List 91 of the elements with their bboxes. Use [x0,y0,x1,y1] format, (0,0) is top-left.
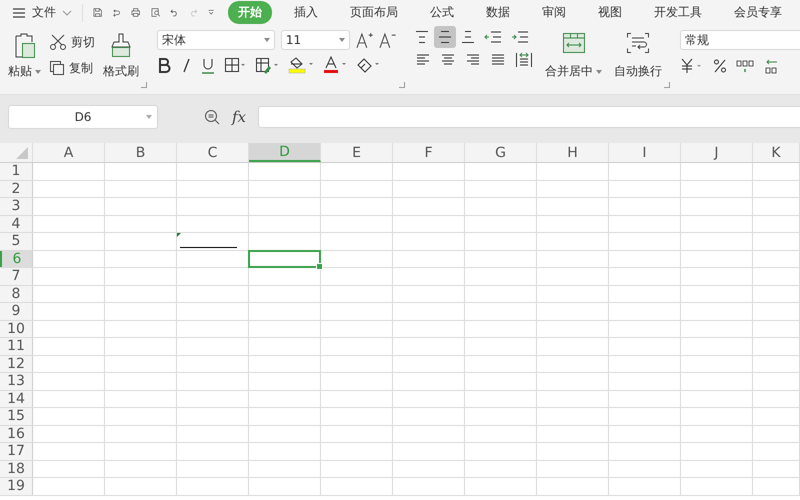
dialog-launcher-icon[interactable] [664,82,670,88]
merge-cells-icon [562,32,586,54]
distributed-icon[interactable] [515,52,533,68]
function-label[interactable]: fx [232,108,246,126]
row-header[interactable]: 11 [0,338,33,354]
row-header[interactable]: 2 [0,180,33,197]
bold-icon[interactable] [157,57,171,73]
ribbon-tab[interactable]: 会员专享 [724,1,792,24]
column-header[interactable]: G [465,143,537,162]
dialog-launcher-icon[interactable] [399,82,405,88]
increase-decimal-icon[interactable] [763,58,779,74]
row-header[interactable]: 13 [0,373,33,390]
underline-icon[interactable] [201,56,215,74]
align-right-icon[interactable] [465,53,481,67]
currency-icon[interactable] [680,58,704,74]
row-header[interactable]: 7 [0,268,33,284]
borders-icon[interactable] [224,57,246,73]
cell-style-icon[interactable] [255,56,279,74]
row-header[interactable]: 9 [0,303,33,320]
row-header[interactable]: 17 [0,443,33,460]
select-all-corner[interactable] [16,147,28,159]
font-size-field[interactable]: 11 [280,30,350,50]
zoom-icon[interactable] [204,109,220,125]
increase-indent-icon[interactable] [511,30,529,44]
column-header[interactable]: A [33,143,105,162]
caret-icon [264,38,270,42]
row-header[interactable]: 16 [0,426,33,442]
align-middle-icon [437,30,453,44]
column-header[interactable]: I [609,143,681,162]
paste-button[interactable]: 粘贴 [8,30,41,80]
caret-icon [338,38,345,42]
row-header[interactable]: 12 [0,356,33,372]
ribbon-tab[interactable]: 页面布局 [340,1,408,24]
caret-icon [596,70,602,74]
column-header[interactable]: H [537,143,609,162]
file-menu[interactable]: 文件 [12,4,72,21]
column-header[interactable]: E [321,143,393,162]
row-header[interactable]: 1 [0,163,33,180]
align-bottom-icon [460,30,476,44]
ribbon-tab[interactable]: 审阅 [532,1,576,24]
decrease-indent-icon[interactable] [484,30,502,44]
fill-color-icon[interactable] [288,56,314,74]
percent-icon[interactable] [713,58,727,74]
font-name-field[interactable]: 宋体 [157,30,275,50]
row-header[interactable]: 18 [0,460,33,477]
ribbon-tab[interactable]: 视图 [588,1,632,24]
copy-icon [49,60,65,76]
row-header[interactable]: 4 [0,216,33,232]
align-top-icon [414,30,430,44]
format-painter-button[interactable]: 格式刷 [103,30,139,80]
chevron-down-icon [62,10,72,16]
row-header[interactable]: 3 [0,198,33,214]
cut-button[interactable]: 剪切 [49,32,95,52]
copy-button[interactable]: 复制 [49,58,95,78]
row-header[interactable]: 10 [0,320,33,337]
justify-icon[interactable] [490,53,506,67]
row-header[interactable]: 19 [0,478,33,494]
dialog-launcher-icon[interactable] [141,82,147,88]
ribbon-tab[interactable]: 插入 [284,1,328,24]
thousands-separator-icon[interactable] [736,58,754,74]
wrap-text-button[interactable]: 自动换行 [614,30,662,80]
middle-align-button[interactable] [434,26,456,48]
dropdown-icon[interactable] [208,8,214,17]
eraser-icon[interactable] [356,56,380,74]
align-left-icon[interactable] [415,53,431,67]
ribbon-tab[interactable]: 数据 [476,1,520,24]
menu-icon [12,6,26,18]
scissors-icon [49,33,67,51]
column-header[interactable]: J [681,143,753,162]
number-format-field[interactable]: 常规 [680,30,800,50]
merge-center-button[interactable]: 合并居中 [545,30,602,80]
wrap-text-icon [626,32,650,54]
name-box[interactable]: D6 [8,105,158,129]
ribbon-tab[interactable]: 开发工具 [644,1,712,24]
column-header[interactable]: K [753,143,800,162]
formula-field[interactable] [258,106,800,128]
column-header[interactable]: F [393,143,465,162]
brush-icon [109,32,133,60]
clipboard-icon [12,32,36,60]
row-header[interactable]: 15 [0,408,33,424]
font-color-icon[interactable] [323,56,347,74]
row-header[interactable]: 14 [0,390,33,407]
row-header[interactable]: 5 [0,233,33,250]
increase-font-icon[interactable] [356,31,374,49]
caret-icon [146,115,152,119]
ribbon-tab[interactable]: 公式 [420,1,464,24]
caret-icon [35,70,41,74]
column-header[interactable]: B [105,143,177,162]
row-header[interactable]: 8 [0,286,33,302]
decrease-font-icon[interactable] [379,31,397,49]
align-center-icon[interactable] [440,53,456,67]
